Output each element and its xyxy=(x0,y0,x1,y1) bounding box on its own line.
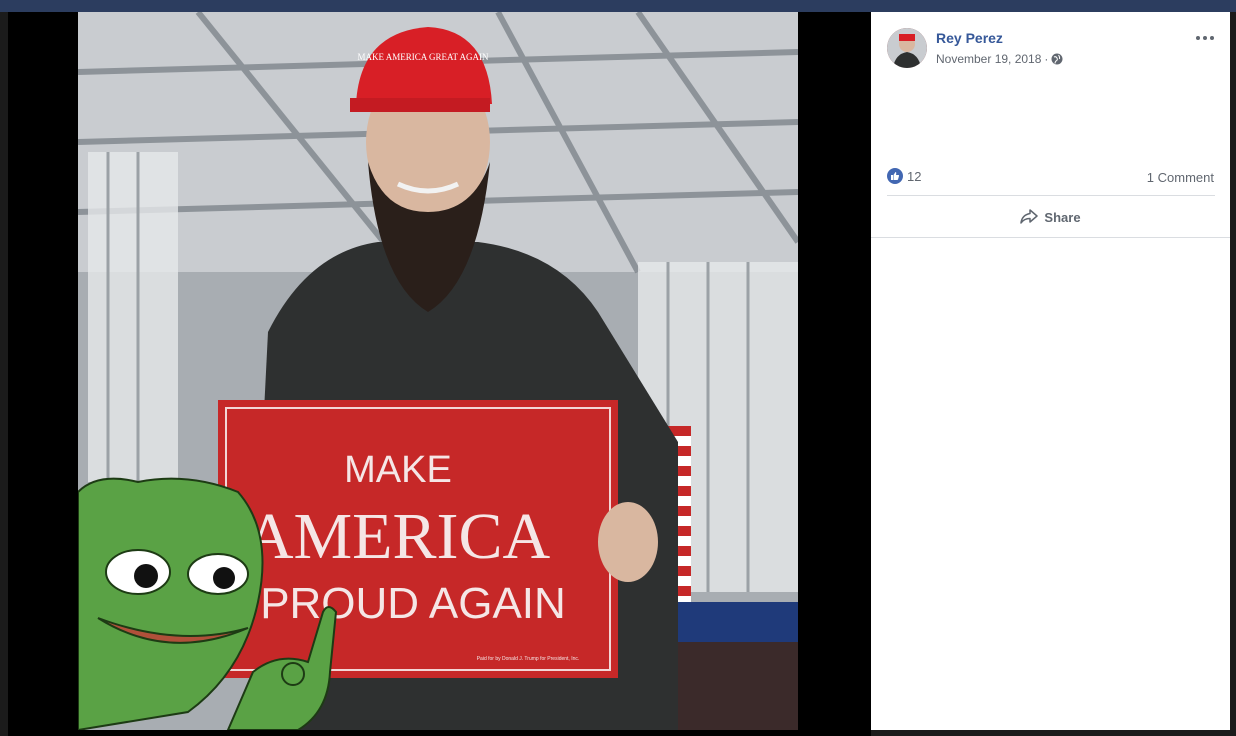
share-icon xyxy=(1020,209,1039,224)
avatar[interactable] xyxy=(887,28,927,68)
sign-line-3: PROUD AGAIN xyxy=(260,579,566,628)
more-options-icon[interactable] xyxy=(1194,30,1216,46)
post-author[interactable]: Rey Perez xyxy=(936,30,1003,46)
post-date[interactable]: November 19, 2018 xyxy=(936,52,1041,66)
sign-line-1: MAKE xyxy=(344,449,452,491)
sign-fine-print: Paid for by Donald J. Trump for Presiden… xyxy=(477,656,580,662)
more-dot xyxy=(1196,36,1200,40)
post-photo[interactable]: MAKE AMERICA GREAT AGAIN MAKE AMERICA PR… xyxy=(78,12,798,730)
comments-count-link[interactable]: 1 Comment xyxy=(1147,170,1214,185)
more-dot xyxy=(1210,36,1214,40)
divider xyxy=(887,195,1215,196)
globe-icon[interactable] xyxy=(1051,53,1063,65)
share-label: Share xyxy=(1044,209,1081,225)
post-details-panel: Rey Perez November 19, 2018 · 12 1 Comme… xyxy=(871,12,1230,730)
thumbs-up-icon xyxy=(891,172,900,180)
sign-line-2: AMERICA xyxy=(246,500,551,573)
photo-illustration: MAKE AMERICA GREAT AGAIN MAKE AMERICA PR… xyxy=(78,12,798,730)
background-top-bar xyxy=(0,0,1236,12)
reactions-summary[interactable]: 12 xyxy=(887,168,921,184)
hat-text: MAKE AMERICA GREAT AGAIN xyxy=(357,52,489,62)
post-meta: November 19, 2018 · xyxy=(936,52,1063,66)
avatar-image xyxy=(887,28,927,68)
more-dot xyxy=(1203,36,1207,40)
like-count: 12 xyxy=(907,168,922,184)
divider xyxy=(871,237,1230,238)
share-button[interactable]: Share xyxy=(871,200,1230,234)
like-icon xyxy=(887,168,903,184)
meta-separator: · xyxy=(1044,52,1049,66)
